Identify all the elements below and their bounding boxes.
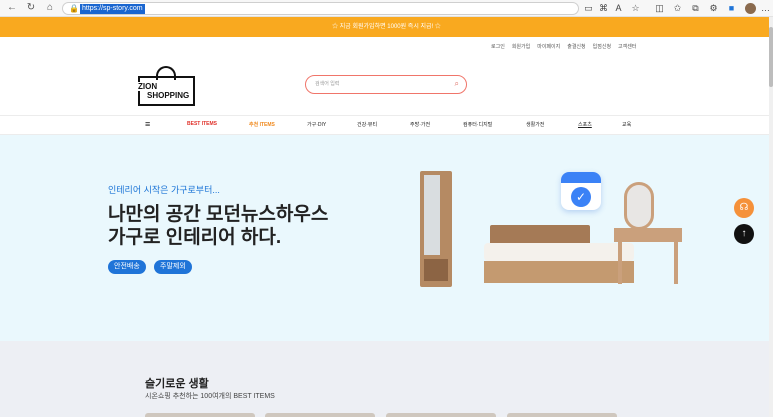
logo-text-2: SHOPPING xyxy=(145,91,192,100)
logo-text-1: ZION xyxy=(136,82,160,91)
main-nav: ≡ BEST ITEMS 추천 ITEMS 가구·DIY 건강·뷰티 주방·가전… xyxy=(0,116,773,134)
nav-computer[interactable]: 컴퓨터·디지털 xyxy=(463,121,492,128)
lock-icon: 🔒 xyxy=(69,4,79,13)
nav-sports[interactable]: 스포츠 xyxy=(578,121,592,128)
home-icon[interactable]: ⌂ xyxy=(44,2,56,14)
refresh-icon[interactable]: ↻ xyxy=(25,2,37,14)
login-link[interactable]: 로그인 xyxy=(491,43,505,50)
translate-icon[interactable]: ⌘ xyxy=(598,3,609,14)
vendor-link[interactable]: 입점신청 xyxy=(593,43,611,50)
more-icon[interactable]: … xyxy=(760,3,771,14)
back-arrow-icon[interactable]: ← xyxy=(6,2,18,14)
hero-title-line2: 가구로 인테리어 하다. xyxy=(108,227,282,248)
bed-illustration xyxy=(484,225,634,285)
hero-subtitle: 인테리어 시작은 가구로부터... xyxy=(108,185,220,195)
product-card[interactable] xyxy=(265,413,375,417)
extensions-icon[interactable]: ⚙ xyxy=(708,3,719,14)
promo-banner[interactable]: ☆ 지금 회원가입하면 1000원 즉시 지급! ☆ xyxy=(0,17,773,37)
scrollbar-thumb[interactable] xyxy=(769,27,773,87)
search-icon[interactable]: ⌕ xyxy=(455,79,459,89)
support-link[interactable]: 고객센터 xyxy=(618,43,636,50)
section-title: 슬기로운 생활 xyxy=(145,378,209,390)
badge-weekend-excluded: 주말제외 xyxy=(154,260,192,274)
best-items-section: 슬기로운 생활 시온쇼핑 추천하는 100여개의 BEST ITEMS xyxy=(0,341,773,417)
top-links: 로그인 회원가입 마이페이지 출결신청 입점신청 고객센터 xyxy=(491,43,636,50)
hero-banner[interactable]: 인테리어 시작은 가구로부터... 나만의 공간 모던뉴스하우스 가구로 인테리… xyxy=(0,135,773,341)
search-box[interactable]: 검색어 입력 ⌕ xyxy=(305,75,467,94)
profile-icon[interactable] xyxy=(745,3,756,14)
hero-title-line1: 나만의 공간 모던뉴스하우스 xyxy=(108,204,329,225)
hamburger-menu-icon[interactable]: ≡ xyxy=(145,119,150,129)
customer-chat-icon[interactable]: ☊ xyxy=(734,198,754,218)
browser-toolbar: ← ↻ ⌂ 🔒 https://sp-story.com ▭ ⌘ A ☆ ◫ ✩… xyxy=(0,0,773,17)
product-card[interactable] xyxy=(386,413,496,417)
vanity-illustration xyxy=(614,180,686,288)
favorites-icon[interactable]: ✩ xyxy=(672,3,683,14)
ai-icon[interactable]: ■ xyxy=(726,3,737,14)
nav-health-beauty[interactable]: 건강·뷰티 xyxy=(357,121,377,128)
favorite-icon[interactable]: ☆ xyxy=(630,3,641,14)
scroll-top-arrow-icon[interactable]: ↑ xyxy=(734,224,754,244)
product-card[interactable] xyxy=(145,413,255,417)
nav-best-items[interactable]: BEST ITEMS xyxy=(187,121,217,127)
calendar-check-icon: ✓ xyxy=(561,172,601,210)
url-text[interactable]: https://sp-story.com xyxy=(80,4,145,14)
nav-furniture[interactable]: 가구·DIY xyxy=(307,121,326,128)
nav-appliances[interactable]: 생활가전 xyxy=(526,121,544,128)
address-bar[interactable]: 🔒 https://sp-story.com xyxy=(62,2,579,15)
nav-education[interactable]: 교육 xyxy=(622,121,631,128)
split-icon[interactable]: ◫ xyxy=(654,3,665,14)
badge-safe-delivery: 안전배송 xyxy=(108,260,146,274)
mypage-link[interactable]: 마이페이지 xyxy=(537,43,560,50)
signup-link[interactable]: 회원가입 xyxy=(512,43,530,50)
mirror-illustration xyxy=(420,171,452,287)
page-scrollbar[interactable] xyxy=(769,17,773,417)
collections-icon[interactable]: ⧉ xyxy=(690,3,701,14)
read-aloud-icon[interactable]: A xyxy=(613,3,624,14)
section-description: 시온쇼핑 추천하는 100여개의 BEST ITEMS xyxy=(145,393,275,400)
search-placeholder[interactable]: 검색어 입력 xyxy=(315,80,339,87)
nav-kitchen[interactable]: 주방·가전 xyxy=(410,121,430,128)
attendance-link[interactable]: 출결신청 xyxy=(567,43,585,50)
nav-recommended-items[interactable]: 추천 ITEMS xyxy=(249,121,275,128)
reader-icon[interactable]: ▭ xyxy=(583,3,594,14)
site-logo[interactable]: ZION SHOPPING xyxy=(136,66,195,106)
hero-title: 나만의 공간 모던뉴스하우스 가구로 인테리어 하다. xyxy=(108,203,328,249)
product-card[interactable] xyxy=(507,413,617,417)
